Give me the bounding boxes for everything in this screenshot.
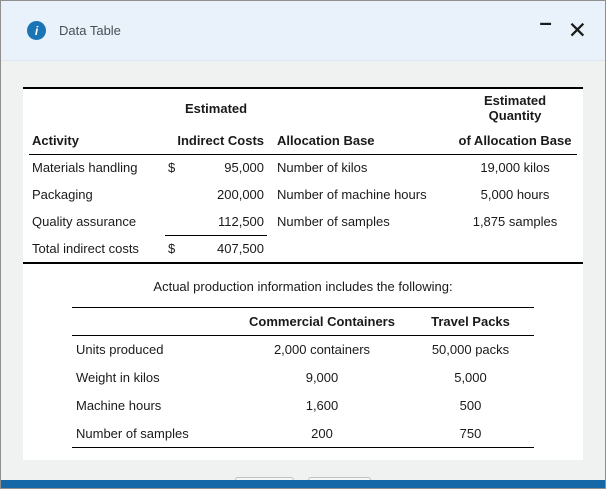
cell-commercial: 1,600 xyxy=(305,398,339,413)
cell-label: Number of samples xyxy=(76,425,189,441)
cell-currency xyxy=(165,181,191,208)
cell-commercial: 200 xyxy=(311,425,333,441)
header-allocation-base: Allocation Base xyxy=(267,127,454,155)
production-header-row: Commercial Containers Travel Packs xyxy=(72,307,534,336)
minimize-button[interactable]: – xyxy=(537,12,553,34)
cell-cost: 112,500 xyxy=(191,208,268,236)
total-row: Total indirect costs $ 407,500 xyxy=(29,235,577,262)
cell-quantity: 1,875 samples xyxy=(472,214,558,229)
total-label: Total indirect costs xyxy=(32,241,139,256)
table-row: Packaging 200,000 Number of machine hour… xyxy=(29,181,577,208)
header-estimated: Estimated xyxy=(184,100,248,116)
cell-label: Weight in kilos xyxy=(76,370,160,385)
cell-allocation-base: Number of kilos xyxy=(277,160,368,176)
window-controls: – ✕ xyxy=(537,12,589,42)
production-table: Commercial Containers Travel Packs Units… xyxy=(72,307,534,448)
cell-quantity: 5,000 hours xyxy=(480,187,550,202)
cell-allocation-base: Number of samples xyxy=(277,214,390,229)
cell-commercial: 2,000 containers xyxy=(273,342,371,358)
cell-allocation-base: Number of machine hours xyxy=(277,187,427,202)
table-row: Machine hours 1,600 500 xyxy=(72,392,534,420)
cell-label: Units produced xyxy=(76,342,164,358)
production-caption: Actual production information includes t… xyxy=(153,279,453,294)
cell-activity: Materials handling xyxy=(32,160,138,176)
table-row: Materials handling $ 95,000 Number of ki… xyxy=(29,154,577,181)
cell-travel: 750 xyxy=(459,425,482,441)
cell-travel: 500 xyxy=(459,398,482,413)
table-row: Number of samples 200 750 xyxy=(72,420,534,448)
cell-activity: Quality assurance xyxy=(32,214,137,229)
header-activity: Activity xyxy=(29,127,165,155)
table-header-top-row: Estimated Estimated Quantity xyxy=(29,89,577,127)
total-currency: $ xyxy=(168,241,176,257)
cell-label: Machine hours xyxy=(76,398,162,413)
header-estimated-quantity: Estimated Quantity xyxy=(483,93,547,123)
cell-cost: 95,000 xyxy=(224,160,265,176)
dialog-body: Estimated Estimated Quantity Activity In… xyxy=(1,61,605,488)
data-table-dialog: i Data Table – ✕ Estimated Estimated Qua… xyxy=(0,0,606,489)
cell-quantity: 19,000 kilos xyxy=(480,160,550,176)
section-divider xyxy=(23,262,583,264)
cell-cost: 200,000 xyxy=(217,187,265,202)
cell-activity: Packaging xyxy=(32,187,93,202)
header-travel-packs: Travel Packs xyxy=(407,307,534,336)
cell-travel: 50,000 packs xyxy=(431,342,510,358)
table-row: Units produced 2,000 containers 50,000 p… xyxy=(72,336,534,364)
header-indirect-costs: Indirect Costs xyxy=(165,127,268,155)
indirect-costs-table: Estimated Estimated Quantity Activity In… xyxy=(29,89,577,262)
table-row: Weight in kilos 9,000 5,000 xyxy=(72,364,534,392)
table-row: Quality assurance 112,500 Number of samp… xyxy=(29,208,577,236)
header-of-allocation-base: of Allocation Base xyxy=(453,127,577,155)
info-icon: i xyxy=(27,21,46,40)
close-button[interactable]: ✕ xyxy=(566,19,589,42)
data-table-panel: Estimated Estimated Quantity Activity In… xyxy=(23,87,583,460)
cell-currency xyxy=(165,208,191,236)
table-header-row: Activity Indirect Costs Allocation Base … xyxy=(29,127,577,155)
total-value: 407,500 xyxy=(217,241,265,257)
header-commercial-containers: Commercial Containers xyxy=(237,307,407,336)
cell-currency: $ xyxy=(168,160,176,176)
cell-commercial: 9,000 xyxy=(305,370,339,385)
dialog-title: Data Table xyxy=(59,23,121,38)
cell-travel: 5,000 xyxy=(454,370,487,385)
dialog-titlebar: i Data Table – ✕ xyxy=(1,1,605,61)
bottom-accent-bar xyxy=(1,480,605,488)
